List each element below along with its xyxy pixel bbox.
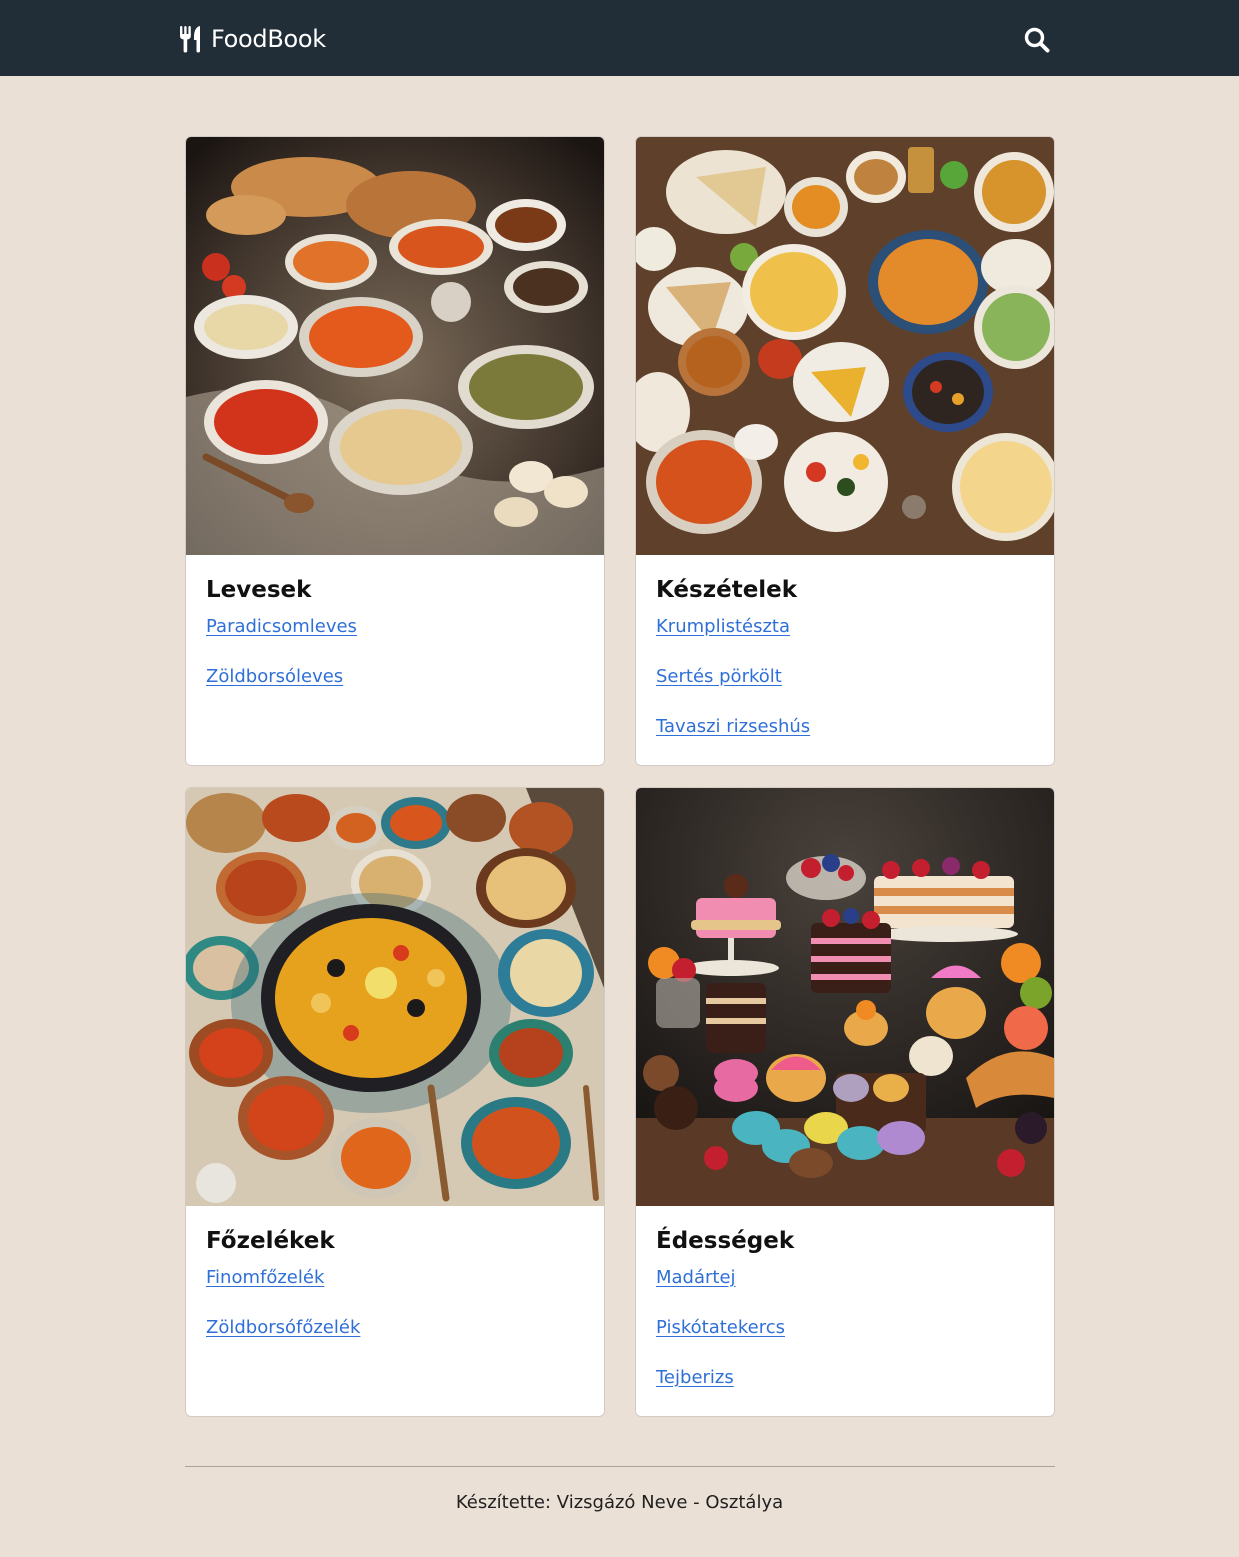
- category-card-edessegek[interactable]: Édességek Madártej Piskótatekercs Tejber…: [635, 787, 1055, 1417]
- recipe-link-paradicsomleves[interactable]: Paradicsomleves: [206, 616, 357, 637]
- soups-image: [186, 137, 604, 555]
- recipe-link-krumplisteszta[interactable]: Krumplistészta: [656, 616, 790, 637]
- recipe-list: Krumplistészta Sertés pörkölt Tavaszi ri…: [656, 615, 1034, 765]
- category-card-levesek[interactable]: Levesek Paradicsomleves Zöldborsóleves: [185, 136, 605, 766]
- stews-image: [186, 788, 604, 1206]
- list-item: Tavaszi rizseshús: [656, 715, 1034, 765]
- list-item: Tejberizs: [656, 1366, 1034, 1416]
- navbar: FoodBook: [0, 0, 1239, 76]
- footer-divider: [185, 1466, 1055, 1467]
- recipe-list: Paradicsomleves Zöldborsóleves: [206, 615, 584, 715]
- list-item: Krumplistészta: [656, 615, 1034, 665]
- recipe-link-madartej[interactable]: Madártej: [656, 1267, 736, 1288]
- list-item: Paradicsomleves: [206, 615, 584, 665]
- list-item: Finomfőzelék: [206, 1266, 584, 1316]
- recipe-list: Finomfőzelék Zöldborsófőzelék: [206, 1266, 584, 1366]
- recipe-list: Madártej Piskótatekercs Tejberizs: [656, 1266, 1034, 1416]
- list-item: Zöldborsófőzelék: [206, 1316, 584, 1366]
- card-title: Főzelékek: [206, 1228, 335, 1254]
- recipe-link-sertes-porkolt[interactable]: Sertés pörkölt: [656, 666, 782, 687]
- recipe-link-finomfozelek[interactable]: Finomfőzelék: [206, 1267, 324, 1288]
- search-icon: [1024, 27, 1050, 53]
- list-item: Madártej: [656, 1266, 1034, 1316]
- recipe-link-tavaszi-rizseshus[interactable]: Tavaszi rizseshús: [656, 716, 810, 737]
- list-item: Piskótatekercs: [656, 1316, 1034, 1366]
- utensils-icon: [180, 26, 200, 53]
- brand-name: FoodBook: [211, 25, 326, 53]
- card-title: Készételek: [656, 577, 798, 603]
- card-body: Levesek Paradicsomleves Zöldborsóleves: [186, 555, 604, 715]
- card-body: Készételek Krumplistészta Sertés pörkölt…: [636, 555, 1054, 765]
- brand-link[interactable]: FoodBook: [178, 22, 326, 56]
- list-item: Sertés pörkölt: [656, 665, 1034, 715]
- recipe-link-zoldborsofozelek[interactable]: Zöldborsófőzelék: [206, 1317, 360, 1338]
- recipe-link-tejberizs[interactable]: Tejberizs: [656, 1367, 734, 1388]
- ready-meals-image: [636, 137, 1054, 555]
- category-card-fozelekek[interactable]: Főzelékek Finomfőzelék Zöldborsófőzelék: [185, 787, 605, 1417]
- card-body: Édességek Madártej Piskótatekercs Tejber…: [636, 1206, 1054, 1416]
- footer-credits: Készítette: Vizsgázó Neve - Osztálya: [455, 1492, 784, 1513]
- card-title: Levesek: [206, 577, 312, 603]
- category-card-keszetelek[interactable]: Készételek Krumplistészta Sertés pörkölt…: [635, 136, 1055, 766]
- recipe-link-piskotatekercs[interactable]: Piskótatekercs: [656, 1317, 785, 1338]
- list-item: Zöldborsóleves: [206, 665, 584, 715]
- recipe-link-zoldborsoleves[interactable]: Zöldborsóleves: [206, 666, 343, 687]
- card-title: Édességek: [656, 1228, 795, 1254]
- category-grid: Levesek Paradicsomleves Zöldborsóleves K…: [185, 136, 1055, 1417]
- search-button[interactable]: [1022, 25, 1052, 55]
- card-body: Főzelékek Finomfőzelék Zöldborsófőzelék: [186, 1206, 604, 1366]
- desserts-image: [636, 788, 1054, 1206]
